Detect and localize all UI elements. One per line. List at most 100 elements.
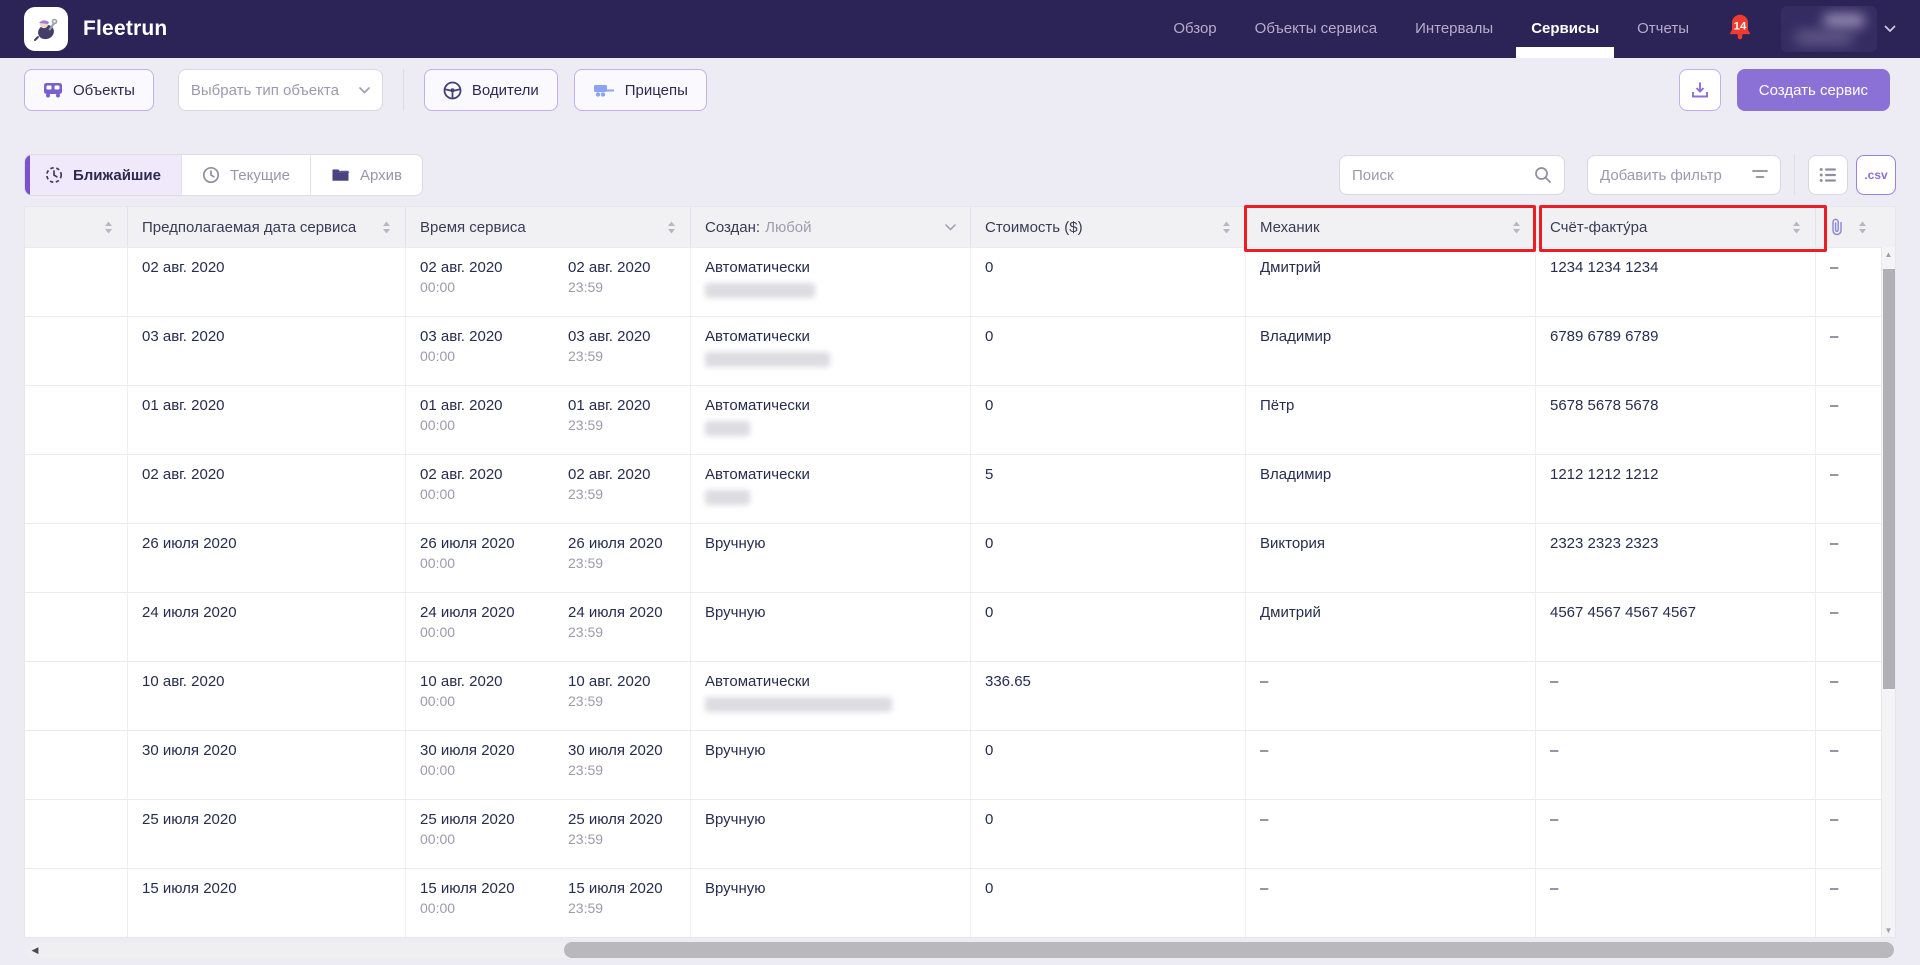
object-type-placeholder: Выбрать тип объекта xyxy=(191,82,339,99)
cell-attachments: – xyxy=(1816,593,1881,661)
cell-cost: 5 xyxy=(971,455,1246,523)
trailer-icon xyxy=(593,82,615,98)
cell-select xyxy=(25,800,128,868)
table-row[interactable]: 02 авг. 2020 02 авг. 2020 00:00 02 авг. … xyxy=(25,454,1895,523)
nav-item-intervals[interactable]: Интервалы xyxy=(1415,0,1493,58)
create-service-label: Создать сервис xyxy=(1759,82,1868,99)
table-row[interactable]: 02 авг. 2020 02 авг. 2020 00:00 02 авг. … xyxy=(25,247,1895,316)
tab-current[interactable]: Текущие xyxy=(182,155,311,195)
column-header-cost[interactable]: Стоимость ($) xyxy=(971,207,1246,247)
notifications-bell-button[interactable]: 14 xyxy=(1725,12,1755,46)
export-csv-button[interactable]: .csv xyxy=(1856,155,1896,195)
column-header-invoice[interactable]: Счёт-факту́ра xyxy=(1536,207,1816,247)
cell-time: 15 июля 2020 00:00 15 июля 2020 23:59 xyxy=(406,869,691,937)
search-input[interactable] xyxy=(1352,167,1522,184)
time-from: 01 авг. 2020 00:00 xyxy=(420,397,568,443)
cell-cost: 0 xyxy=(971,248,1246,316)
tab-archive[interactable]: Архив xyxy=(311,155,422,195)
nav-item-reports[interactable]: Отчеты xyxy=(1637,0,1689,58)
column-header-mechanic[interactable]: Механик xyxy=(1246,207,1536,247)
table-row[interactable]: 01 авг. 2020 01 авг. 2020 00:00 01 авг. … xyxy=(25,385,1895,454)
table-row[interactable]: 25 июля 2020 25 июля 2020 00:00 25 июля … xyxy=(25,799,1895,868)
trailers-button[interactable]: Прицепы xyxy=(574,69,707,111)
scroll-left-arrow[interactable]: ◀ xyxy=(29,944,41,956)
sort-icon xyxy=(104,221,113,234)
cell-created: Вручную xyxy=(691,731,971,799)
table-row[interactable]: 24 июля 2020 24 июля 2020 00:00 24 июля … xyxy=(25,592,1895,661)
cell-cost: 0 xyxy=(971,317,1246,385)
scroll-down-arrow[interactable]: ▼ xyxy=(1882,923,1895,937)
time-to: 15 июля 2020 23:59 xyxy=(568,880,691,926)
column-header-attachments[interactable] xyxy=(1816,207,1881,247)
main-nav: Обзор Объекты сервиса Интервалы Сервисы … xyxy=(1173,0,1689,58)
list-view-button[interactable] xyxy=(1808,155,1848,195)
cell-time: 02 авг. 2020 00:00 02 авг. 2020 23:59 xyxy=(406,248,691,316)
cell-select xyxy=(25,731,128,799)
cell-select xyxy=(25,248,128,316)
sort-icon xyxy=(1792,221,1801,234)
export-download-button[interactable] xyxy=(1679,69,1721,111)
column-header-created[interactable]: Создан: Любой xyxy=(691,207,971,247)
cell-created: Автоматически xyxy=(691,455,971,523)
table-row[interactable]: 10 авг. 2020 10 авг. 2020 00:00 10 авг. … xyxy=(25,661,1895,730)
cell-mechanic: Пётр xyxy=(1246,386,1536,454)
notification-count: 14 xyxy=(1734,21,1747,33)
add-filter-button[interactable]: Добавить фильтр xyxy=(1587,155,1781,195)
drivers-button[interactable]: Водители xyxy=(424,69,558,111)
table-row[interactable]: 26 июля 2020 26 июля 2020 00:00 26 июля … xyxy=(25,523,1895,592)
cell-date: 02 авг. 2020 xyxy=(128,248,406,316)
fleetrun-logo[interactable] xyxy=(24,7,68,51)
time-from: 03 авг. 2020 00:00 xyxy=(420,328,568,374)
cell-created: Вручную xyxy=(691,869,971,937)
search-icon[interactable] xyxy=(1534,166,1552,184)
trailers-button-label: Прицепы xyxy=(625,82,688,99)
column-header-date[interactable]: Предполагаемая дата сервиса xyxy=(128,207,406,247)
objects-button-label: Объекты xyxy=(73,82,135,99)
tab-upcoming[interactable]: Ближайшие xyxy=(25,155,182,195)
time-to: 10 авг. 2020 23:59 xyxy=(568,673,691,719)
nav-item-services[interactable]: Сервисы xyxy=(1531,0,1599,58)
cell-mechanic: – xyxy=(1246,869,1536,937)
cell-invoice: 1234 1234 1234 xyxy=(1536,248,1816,316)
time-to: 26 июля 2020 23:59 xyxy=(568,535,691,581)
scroll-up-arrow[interactable]: ▲ xyxy=(1882,247,1895,261)
horizontal-scrollbar-thumb[interactable] xyxy=(564,942,1894,958)
create-service-button[interactable]: Создать сервис xyxy=(1737,69,1890,111)
nav-item-overview[interactable]: Обзор xyxy=(1173,0,1216,58)
cell-created: Вручную xyxy=(691,524,971,592)
vertical-scrollbar: ▲ ▼ xyxy=(1881,247,1895,937)
cell-invoice: 4567 4567 4567 4567 xyxy=(1536,593,1816,661)
filter-divider xyxy=(1794,155,1795,195)
cell-cost: 0 xyxy=(971,731,1246,799)
cell-date: 03 авг. 2020 xyxy=(128,317,406,385)
nav-item-service-objects[interactable]: Объекты сервиса xyxy=(1255,0,1377,58)
table-row[interactable]: 03 авг. 2020 03 авг. 2020 00:00 03 авг. … xyxy=(25,316,1895,385)
sort-icon xyxy=(382,221,391,234)
table-row[interactable]: 30 июля 2020 30 июля 2020 00:00 30 июля … xyxy=(25,730,1895,799)
object-type-select[interactable]: Выбрать тип объекта xyxy=(178,69,383,111)
cell-attachments: – xyxy=(1816,524,1881,592)
cell-mechanic: Дмитрий xyxy=(1246,593,1536,661)
cell-time: 02 авг. 2020 00:00 02 авг. 2020 23:59 xyxy=(406,455,691,523)
column-header-time[interactable]: Время сервиса xyxy=(406,207,691,247)
services-table: Предполагаемая дата сервиса Время сервис… xyxy=(24,206,1896,938)
cell-cost: 0 xyxy=(971,869,1246,937)
dashed-clock-icon xyxy=(45,166,63,184)
column-header-select[interactable] xyxy=(25,207,128,247)
table-row[interactable]: 15 июля 2020 15 июля 2020 00:00 15 июля … xyxy=(25,868,1895,937)
sort-icon xyxy=(667,221,676,234)
vertical-scrollbar-thumb[interactable] xyxy=(1883,269,1895,689)
user-menu[interactable] xyxy=(1781,6,1896,52)
paperclip-icon xyxy=(1830,218,1844,236)
cell-attachments: – xyxy=(1816,869,1881,937)
fleetrun-app: Fleetrun Обзор Объекты сервиса Интервалы… xyxy=(0,0,1920,965)
cell-cost: 0 xyxy=(971,386,1246,454)
cell-date: 25 июля 2020 xyxy=(128,800,406,868)
mascot-icon xyxy=(31,14,61,44)
avatar xyxy=(1781,6,1877,52)
cell-time: 26 июля 2020 00:00 26 июля 2020 23:59 xyxy=(406,524,691,592)
horizontal-scrollbar: ◀ xyxy=(24,942,1896,958)
filter-row: Ближайшие Текущие Архив xyxy=(0,154,1920,196)
objects-button[interactable]: Объекты xyxy=(24,69,154,111)
cell-attachments: – xyxy=(1816,662,1881,730)
